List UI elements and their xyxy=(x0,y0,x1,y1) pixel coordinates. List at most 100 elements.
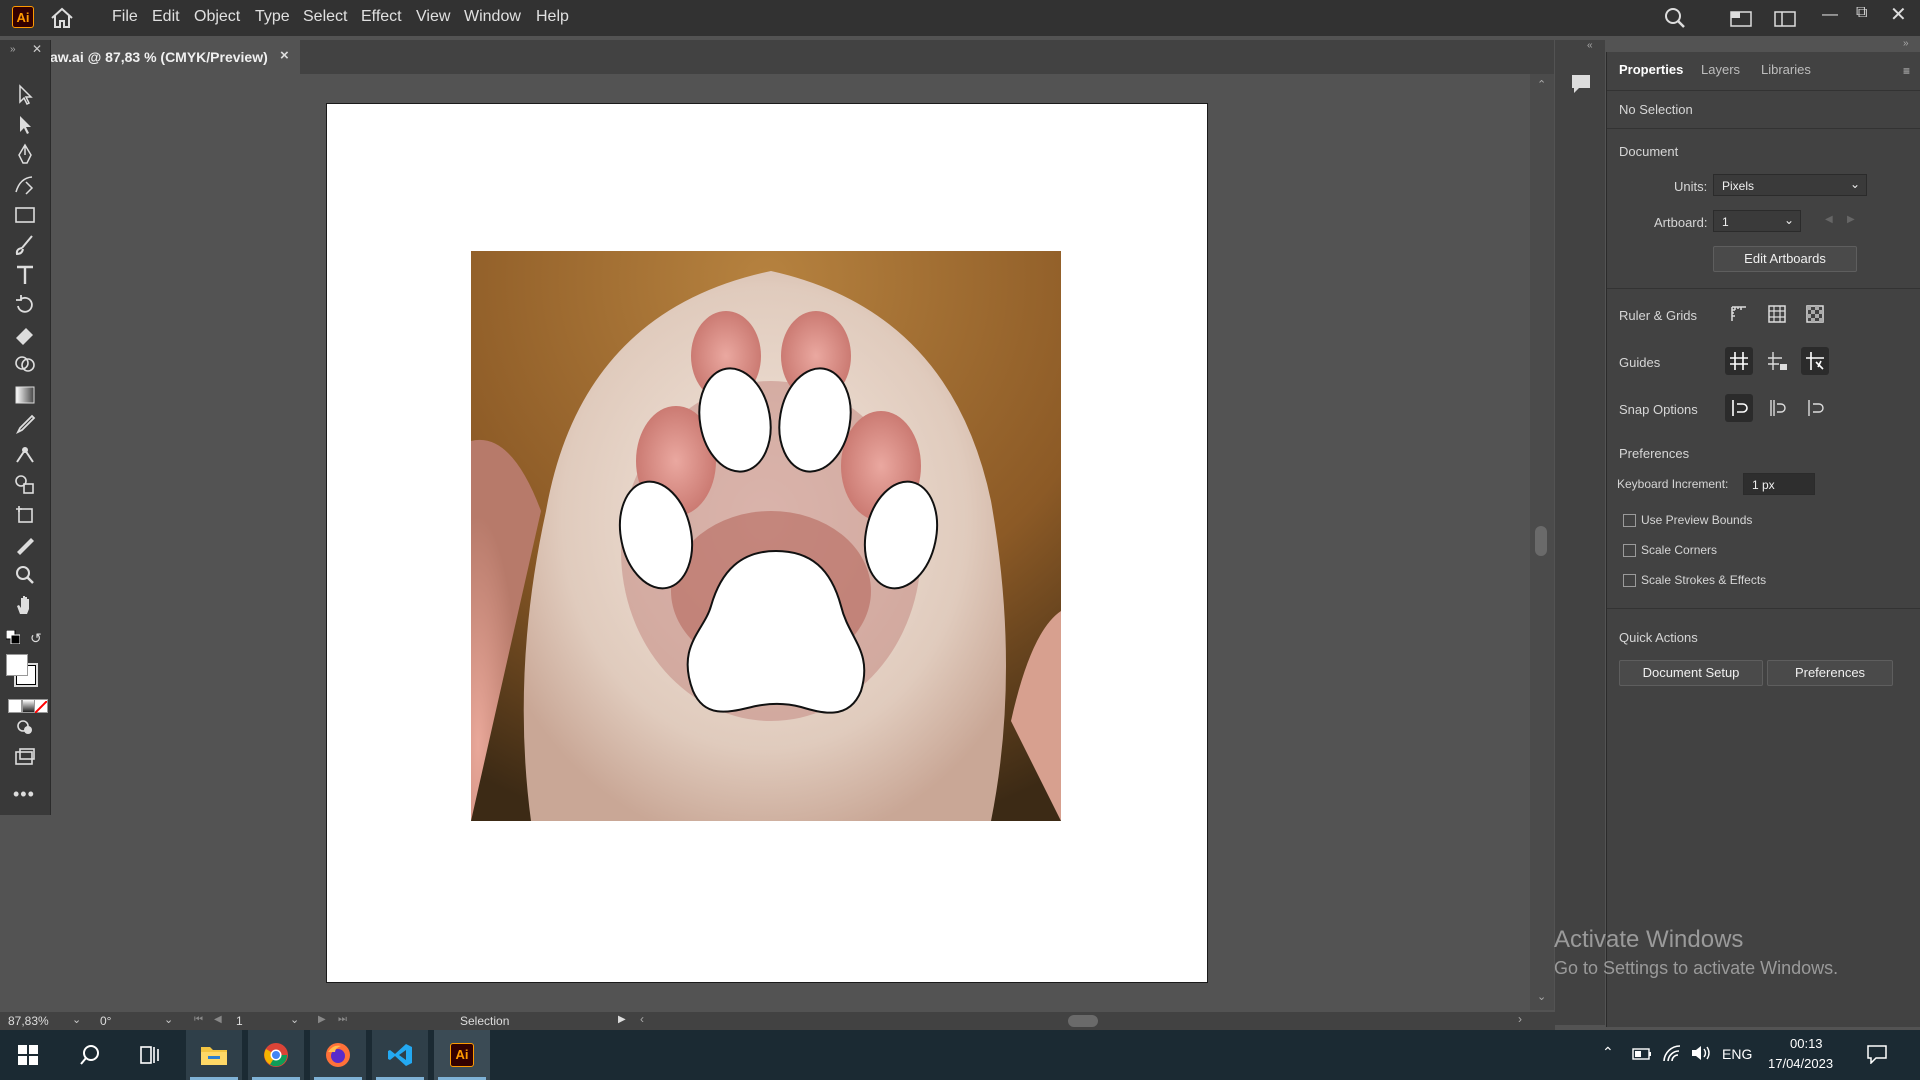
file-explorer-taskbar-icon[interactable] xyxy=(186,1030,242,1080)
snap-to-glyph-icon[interactable] xyxy=(1801,394,1829,422)
next-artboard-icon[interactable]: ▶ xyxy=(1847,214,1855,225)
eraser-tool-icon[interactable] xyxy=(12,322,38,348)
curvature-tool-icon[interactable] xyxy=(12,172,38,198)
type-tool-icon[interactable] xyxy=(12,262,38,288)
transparency-grid-icon[interactable] xyxy=(1801,300,1829,328)
menu-object[interactable]: Object xyxy=(194,8,240,26)
draw-mode-icon[interactable] xyxy=(12,714,38,740)
cat-paw-photo[interactable] xyxy=(471,251,1061,821)
artboard-dropdown[interactable]: 1 ⌄ xyxy=(1713,210,1801,232)
vscode-taskbar-icon[interactable] xyxy=(372,1030,428,1080)
document-tab[interactable]: aw.ai @ 87,83 % (CMYK/Preview) × xyxy=(42,40,300,74)
keyboard-increment-input[interactable]: 1 px xyxy=(1743,473,1815,495)
ruler-icon[interactable] xyxy=(1725,300,1753,328)
paintbrush-tool-icon[interactable] xyxy=(12,232,38,258)
gradient-tool-icon[interactable] xyxy=(12,382,38,408)
direct-selection-tool-icon[interactable] xyxy=(12,112,38,138)
swap-colors-icon[interactable]: ↺ xyxy=(30,630,42,647)
snap-to-point-icon[interactable] xyxy=(1725,394,1753,422)
horizontal-scroll-thumb[interactable] xyxy=(1068,1015,1098,1027)
search-taskbar-icon[interactable] xyxy=(62,1030,118,1080)
comments-icon[interactable] xyxy=(1569,72,1593,101)
hand-tool-icon[interactable] xyxy=(12,592,38,618)
artboard-number[interactable]: 1 xyxy=(236,1014,243,1028)
zoom-tool-icon[interactable] xyxy=(12,562,38,588)
menu-window[interactable]: Window xyxy=(464,8,521,26)
default-colors-icon[interactable] xyxy=(5,629,21,645)
expand-panel-icon[interactable]: » xyxy=(1903,38,1909,49)
fill-color-swatch[interactable] xyxy=(6,654,28,676)
tab-properties[interactable]: Properties xyxy=(1619,62,1683,77)
edit-artboards-button[interactable]: Edit Artboards xyxy=(1713,246,1857,272)
slice-tool-icon[interactable] xyxy=(12,532,38,558)
color-mode-icon[interactable] xyxy=(8,699,22,713)
more-tools-icon[interactable]: ••• xyxy=(13,784,35,805)
rotation-dropdown-icon[interactable]: ⌄ xyxy=(164,1013,173,1026)
show-hidden-icons-icon[interactable]: ⌃ xyxy=(1602,1044,1614,1061)
chrome-taskbar-icon[interactable] xyxy=(248,1030,304,1080)
scale-corners-checkbox[interactable] xyxy=(1623,544,1636,557)
illustrator-taskbar-icon[interactable]: Ai xyxy=(434,1030,490,1080)
collapse-panel-icon[interactable]: » xyxy=(10,44,16,55)
task-view-icon[interactable] xyxy=(122,1030,178,1080)
menu-view[interactable]: View xyxy=(416,8,450,26)
units-dropdown[interactable]: Pixels ⌄ xyxy=(1713,174,1867,196)
notifications-icon[interactable] xyxy=(1866,1044,1888,1069)
artboard-tool-icon[interactable] xyxy=(12,502,38,528)
restore-icon[interactable]: ⧉ xyxy=(1856,4,1867,22)
preferences-button[interactable]: Preferences xyxy=(1767,660,1893,686)
panel-menu-icon[interactable]: ≡ xyxy=(1903,64,1910,78)
vertical-scroll-thumb[interactable] xyxy=(1535,526,1547,556)
volume-icon[interactable] xyxy=(1690,1044,1712,1067)
show-guides-icon[interactable] xyxy=(1725,347,1753,375)
previous-artboard-icon[interactable]: ◀ xyxy=(214,1014,222,1025)
firefox-taskbar-icon[interactable] xyxy=(310,1030,366,1080)
smart-guides-icon[interactable] xyxy=(1801,347,1829,375)
scroll-right-icon[interactable]: › xyxy=(1518,1012,1522,1026)
expand-strip-icon[interactable]: « xyxy=(1587,40,1593,51)
menu-select[interactable]: Select xyxy=(303,8,347,26)
menu-help[interactable]: Help xyxy=(536,8,569,26)
search-icon[interactable] xyxy=(1664,7,1686,34)
first-artboard-icon[interactable]: ⏮ xyxy=(194,1014,203,1025)
previous-artboard-icon[interactable]: ◀ xyxy=(1825,214,1833,225)
use-preview-bounds-checkbox[interactable] xyxy=(1623,514,1636,527)
tab-libraries[interactable]: Libraries xyxy=(1761,62,1811,77)
close-panel-icon[interactable]: ✕ xyxy=(32,42,42,56)
eyedropper-tool-icon[interactable] xyxy=(12,412,38,438)
rectangle-tool-icon[interactable] xyxy=(12,202,38,228)
workspace-icon[interactable] xyxy=(1774,11,1796,32)
close-tab-icon[interactable]: × xyxy=(280,47,289,64)
next-artboard-icon[interactable]: ▶ xyxy=(318,1014,326,1025)
menu-type[interactable]: Type xyxy=(255,8,290,26)
document-setup-button[interactable]: Document Setup xyxy=(1619,660,1763,686)
menu-edit[interactable]: Edit xyxy=(152,8,180,26)
lock-guides-icon[interactable] xyxy=(1763,347,1791,375)
zoom-dropdown-icon[interactable]: ⌄ xyxy=(72,1013,81,1026)
artboard-dropdown-icon[interactable]: ⌄ xyxy=(290,1013,299,1026)
home-icon[interactable] xyxy=(50,7,74,29)
menu-effect[interactable]: Effect xyxy=(361,8,402,26)
scroll-down-icon[interactable]: ⌄ xyxy=(1537,990,1546,1003)
arrange-documents-icon[interactable] xyxy=(1730,11,1752,32)
clock-date[interactable]: 17/04/2023 xyxy=(1768,1056,1833,1071)
vertical-scrollbar[interactable]: ⌃ ⌄ xyxy=(1530,74,1554,1010)
start-button[interactable] xyxy=(0,1030,56,1080)
status-menu-icon[interactable]: ▶ xyxy=(618,1014,626,1025)
grid-icon[interactable] xyxy=(1763,300,1791,328)
language-indicator[interactable]: ENG xyxy=(1722,1046,1752,1062)
pen-tool-icon[interactable] xyxy=(12,142,38,168)
scroll-left-icon[interactable]: ‹ xyxy=(640,1012,644,1026)
shape-builder-tool-icon[interactable] xyxy=(12,352,38,378)
battery-icon[interactable] xyxy=(1632,1047,1652,1066)
screen-mode-icon[interactable] xyxy=(12,744,38,770)
symbol-sprayer-tool-icon[interactable] xyxy=(12,472,38,498)
scale-strokes-effects-checkbox[interactable] xyxy=(1623,574,1636,587)
tab-layers[interactable]: Layers xyxy=(1701,62,1740,77)
last-artboard-icon[interactable]: ⏭ xyxy=(338,1014,347,1025)
snap-to-pixel-icon[interactable] xyxy=(1763,394,1791,422)
rotation-value[interactable]: 0° xyxy=(100,1014,111,1028)
selection-tool-icon[interactable] xyxy=(12,82,38,108)
menu-file[interactable]: File xyxy=(112,8,138,26)
scroll-up-icon[interactable]: ⌃ xyxy=(1537,78,1546,91)
